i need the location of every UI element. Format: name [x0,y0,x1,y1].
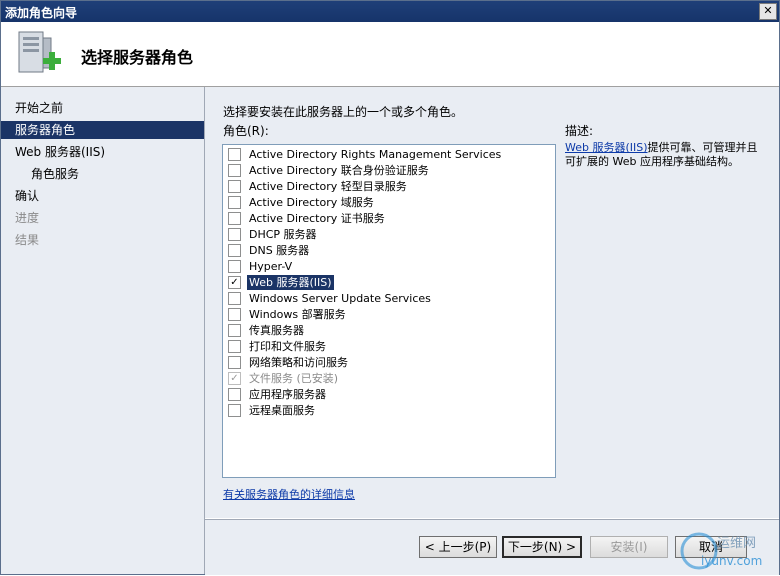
role-row[interactable]: Active Directory Rights Management Servi… [226,147,548,162]
main-panel: 选择要安装在此服务器上的一个或多个角色。 角色(R): 描述: Active D… [205,87,779,518]
description-label: 描述: [565,124,594,138]
roles-listbox[interactable]: Active Directory Rights Management Servi… [222,144,556,478]
role-checkbox[interactable] [228,404,241,417]
role-checkbox[interactable] [228,244,241,257]
role-checkbox[interactable] [228,164,241,177]
role-label: 文件服务 (已安装) [249,372,339,385]
role-label: DHCP 服务器 [249,228,317,241]
role-checkbox-disabled: ✓ [228,372,241,385]
role-row-installed: ✓ 文件服务 (已安装) [226,371,548,386]
role-row[interactable]: Active Directory 域服务 [226,195,548,210]
role-label: Web 服务器(IIS) [247,275,334,290]
server-add-icon [18,31,61,73]
page-title: 选择服务器角色 [81,48,194,67]
step-before-you-begin[interactable]: 开始之前 [1,99,204,117]
role-label: Windows Server Update Services [249,292,431,305]
watermark-text-cn: 运维网 [717,536,756,551]
role-checkbox[interactable] [228,388,241,401]
window-title: 添加角色向导 [5,6,78,20]
previous-button[interactable]: < 上一步(P) [419,536,497,558]
role-label: Active Directory 轻型目录服务 [249,180,407,193]
roles-label: 角色(R): [223,124,269,138]
role-checkbox[interactable] [228,324,241,337]
role-checkbox[interactable] [228,196,241,209]
step-server-roles[interactable]: 服务器角色 [1,121,204,139]
role-checkbox[interactable] [228,356,241,369]
role-checkbox[interactable] [228,340,241,353]
role-row[interactable]: DNS 服务器 [226,243,548,258]
wizard-header: 选择服务器角色 [1,22,779,87]
role-label: Active Directory 联合身份验证服务 [249,164,429,177]
site-watermark: 运维网 iyunv.com [677,529,777,573]
step-results: 结果 [15,233,40,247]
role-label: Active Directory 域服务 [249,196,374,209]
role-checkbox[interactable] [228,228,241,241]
role-label: 网络策略和访问服务 [249,356,348,369]
role-checkbox-checked[interactable]: ✓ [228,276,241,289]
role-row[interactable]: 远程桌面服务 [226,403,548,418]
title-bar: 添加角色向导 ✕ [1,1,779,22]
role-row[interactable]: 网络策略和访问服务 [226,355,548,370]
role-row[interactable]: 传真服务器 [226,323,548,338]
role-checkbox[interactable] [228,180,241,193]
role-label: 打印和文件服务 [249,340,326,353]
step-web-server-iis[interactable]: Web 服务器(IIS) [1,143,204,161]
role-checkbox[interactable] [228,212,241,225]
role-description: Web 服务器(IIS)提供可靠、可管理并且可扩展的 Web 应用程序基础结构。 [565,141,763,169]
role-checkbox[interactable] [228,308,241,321]
close-button[interactable]: ✕ [759,3,777,20]
role-row-selected[interactable]: ✓ Web 服务器(IIS) [226,275,548,290]
description-link[interactable]: Web 服务器(IIS) [565,141,648,154]
role-label: Active Directory 证书服务 [249,212,385,225]
role-checkbox[interactable] [228,292,241,305]
role-label: Active Directory Rights Management Servi… [249,148,502,161]
step-role-services[interactable]: 角色服务 [1,165,204,183]
step-progress: 进度 [15,211,40,225]
role-row[interactable]: 应用程序服务器 [226,387,548,402]
role-row[interactable]: 打印和文件服务 [226,339,548,354]
role-label: 传真服务器 [249,324,304,337]
role-row[interactable]: Active Directory 联合身份验证服务 [226,163,548,178]
role-row[interactable]: Hyper-V [226,259,548,274]
role-label: Windows 部署服务 [249,308,346,321]
next-button[interactable]: 下一步(N) > [502,536,582,558]
role-row[interactable]: Active Directory 证书服务 [226,211,548,226]
watermark-logo-icon: 运维网 iyunv.com [680,532,762,570]
step-confirmation[interactable]: 确认 [1,187,204,205]
more-info-link[interactable]: 有关服务器角色的详细信息 [223,486,355,502]
role-row[interactable]: Windows Server Update Services [226,291,548,306]
role-label: 应用程序服务器 [249,388,326,401]
wizard-window: 添加角色向导 ✕ 选择服务器角色 开始之前 服务器角色 Web 服务器(IIS)… [0,0,780,575]
role-label: 远程桌面服务 [249,404,315,417]
watermark-text-en: iyunv.com [701,554,762,568]
role-row[interactable]: Active Directory 轻型目录服务 [226,179,548,194]
install-button: 安装(I) [590,536,668,558]
wizard-steps-sidebar: 开始之前 服务器角色 Web 服务器(IIS) 角色服务 确认 进度 结果 [1,87,205,574]
instruction-text: 选择要安装在此服务器上的一个或多个角色。 [223,105,464,119]
role-checkbox[interactable] [228,148,241,161]
role-row[interactable]: DHCP 服务器 [226,227,548,242]
role-label: Hyper-V [249,260,293,273]
role-checkbox[interactable] [228,260,241,273]
role-label: DNS 服务器 [249,244,310,257]
role-row[interactable]: Windows 部署服务 [226,307,548,322]
